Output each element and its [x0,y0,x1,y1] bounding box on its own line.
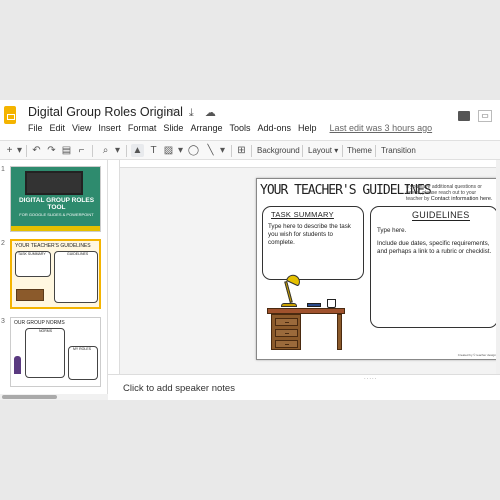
filmstrip-scrollbar[interactable] [0,394,108,400]
add-comment-icon[interactable]: ⊞ [235,144,248,157]
line-dropdown-icon[interactable]: ▾ [216,144,229,157]
laptop-illustration [25,171,83,195]
canvas-scrollbar[interactable] [496,160,500,374]
toolbar-divider [302,145,303,157]
toolbar-divider [92,145,93,157]
toolbar: + ▾ ↶ ↷ ▤ ⌐ ⌕ ▾ ▲ T ▨ ▾ ◯ ╲ ▾ ⊞ Backgrou… [0,140,500,160]
document-title[interactable]: Digital Group Roles Original [28,105,183,119]
layout-button[interactable]: Layout ▾ [308,144,338,157]
thumbnail-title: DIGITAL GROUP ROLES TOOL [18,197,95,211]
thumbnail-label: TASK SUMMARY [18,252,46,256]
menu-view[interactable]: View [72,123,91,133]
desk-drawers [271,314,301,350]
slide-thumbnail-1[interactable]: DIGITAL GROUP ROLES TOOL FOR GOOGLE SLID… [10,166,101,232]
menu-arrange[interactable]: Arrange [190,123,222,133]
task-summary-title: TASK SUMMARY [271,210,334,219]
zoom-dropdown-icon[interactable]: ▾ [111,144,124,157]
guidelines-title: GUIDELINES [412,210,470,221]
toolbar-divider [251,145,252,157]
cover-strip [11,226,100,231]
speaker-notes[interactable]: ..... Click to add speaker notes [108,374,500,400]
slide-number: 3 [1,318,5,325]
lamp-arm [284,280,293,304]
task-summary-text[interactable]: Type here to describe the task you wish … [268,223,360,247]
shape-icon[interactable]: ◯ [187,144,200,157]
note-line: teacher by Contact information here. [406,196,499,202]
menu-format[interactable]: Format [128,123,157,133]
lamp-base [281,303,297,307]
menu-addons[interactable]: Add-ons [257,123,291,133]
last-edit-link[interactable]: Last edit was 3 hours ago [330,123,433,133]
new-slide-dropdown-icon[interactable]: ▾ [13,144,26,157]
menu-tools[interactable]: Tools [229,123,250,133]
speaker-notes-placeholder[interactable]: Click to add speaker notes [123,383,235,394]
note-line-text: teacher by [406,196,430,202]
notes-resize-handle[interactable]: ..... [364,375,377,381]
slide-thumbnail-2[interactable]: YOUR TEACHER'S GUIDELINES TASK SUMMARY G… [10,239,101,309]
thumbnail-guidelines-box [54,251,98,303]
header-actions: ▭ [458,110,492,122]
menu-edit[interactable]: Edit [50,123,66,133]
vertical-ruler [108,160,120,374]
slide-filmstrip: 1 DIGITAL GROUP ROLES TOOL FOR GOOGLE SL… [0,160,108,400]
book-illustration [307,303,321,307]
thumbnail-subtitle: FOR GOOGLE SLIDES & POWERPOINT [19,212,94,217]
person-illustration [14,356,21,374]
contact-note[interactable]: If you have additional questions or need… [406,184,499,202]
background-button[interactable]: Background [257,144,300,157]
thumbnail-title: YOUR TEACHER'S GUIDELINES [15,243,91,249]
mug-illustration [327,299,336,308]
select-tool-icon[interactable]: ▲ [131,144,144,157]
undo-icon[interactable]: ↶ [30,144,43,157]
menu-slide[interactable]: Slide [163,123,183,133]
guidelines-text[interactable]: Type here. Include due dates, specific r… [377,227,493,256]
drawer [275,329,298,337]
menu-insert[interactable]: Insert [98,123,121,133]
star-move-cloud-icons[interactable]: ☆ ⤓ ☁ [168,106,220,120]
present-icon[interactable]: ▭ [478,110,492,122]
thumbnail-label: GUIDELINES [67,252,89,256]
paint-format-icon[interactable]: ⌐ [75,144,88,157]
theme-button[interactable]: Theme [347,144,372,157]
desk-leg [337,314,342,350]
toolbar-divider [231,145,232,157]
drawer [275,318,298,326]
image-dropdown-icon[interactable]: ▾ [174,144,187,157]
slides-window: Digital Group Roles Original ☆ ⤓ ☁ File … [0,100,500,400]
slide-number: 1 [1,166,5,173]
contact-info: Contact information here. [430,196,493,202]
guidelines-line: Type here. [377,227,407,234]
toolbar-divider [342,145,343,157]
guidelines-box[interactable] [370,206,498,328]
text-box-icon[interactable]: T [147,144,160,157]
desk-illustration [16,289,44,301]
toolbar-divider [375,145,376,157]
print-icon[interactable]: ▤ [60,144,73,157]
comment-history-icon[interactable] [458,111,470,121]
thumbnail-norms-box [25,328,65,378]
toolbar-divider [26,145,27,157]
menu-file[interactable]: File [28,123,43,133]
menu-bar: File Edit View Insert Format Slide Arran… [28,123,432,133]
guidelines-line: Include due dates, specific requirements… [377,240,492,255]
thumbnail-roles-box [68,346,98,380]
slide-number: 2 [1,240,5,247]
redo-icon[interactable]: ↷ [45,144,58,157]
thumbnail-label: NORMS [39,329,53,333]
slides-logo-icon[interactable] [4,106,16,124]
toolbar-divider [126,145,127,157]
horizontal-ruler [120,160,500,168]
drawer [275,340,298,348]
current-slide[interactable]: YOUR TEACHER'S GUIDELINES If you have ad… [256,178,500,360]
slide-thumbnail-3[interactable]: OUR GROUP NORMS NORMS MY ROLES [10,317,101,387]
thumbnail-title: OUR GROUP NORMS [14,320,65,326]
slide-footer: Created by © teacher design [457,353,496,357]
transition-button[interactable]: Transition [381,144,416,157]
menu-help[interactable]: Help [298,123,317,133]
slide-canvas: YOUR TEACHER'S GUIDELINES If you have ad… [108,160,500,374]
thumbnail-label: MY ROLES [73,347,92,351]
